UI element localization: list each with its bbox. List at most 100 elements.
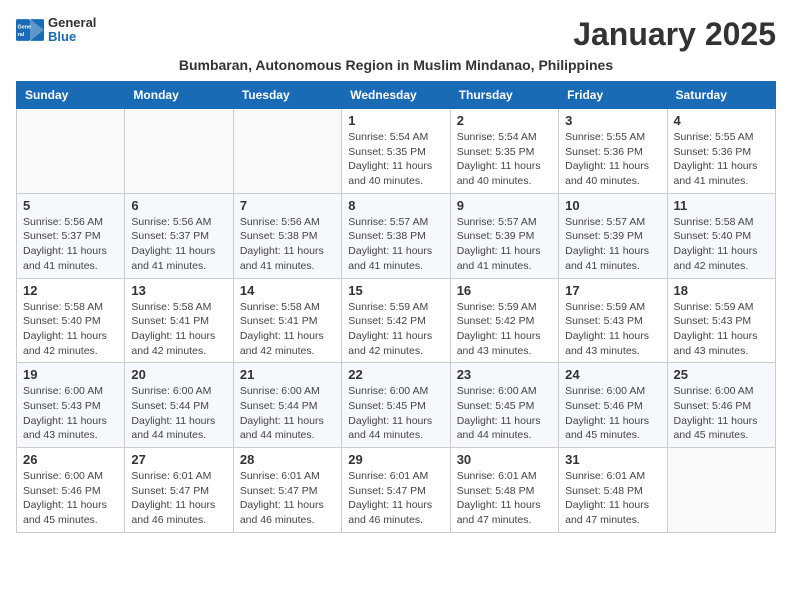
calendar-cell: 7Sunrise: 5:56 AMSunset: 5:38 PMDaylight… [233, 193, 341, 278]
calendar-cell: 16 Sunrise: 5:59 AMSunset: 5:42 PMDayligh… [450, 278, 558, 363]
day-number: 13 [131, 283, 226, 298]
day-info: Sunrise: 5:58 AMSunset: 5:40 PMDaylight:… [674, 215, 769, 274]
calendar-cell: 1Sunrise: 5:54 AMSunset: 5:35 PMDaylight… [342, 109, 450, 194]
day-number: 30 [457, 452, 552, 467]
calendar-header-monday: Monday [125, 82, 233, 109]
day-number: 16 [457, 283, 552, 298]
calendar-week-row: 5 Sunrise: 5:56 AMSunset: 5:37 PMDaylight… [17, 193, 776, 278]
day-info: Sunrise: 5:54 AMSunset: 5:35 PMDaylight:… [348, 130, 443, 189]
logo: Gene ral General Blue [16, 16, 96, 45]
day-info: Sunrise: 5:59 AMSunset: 5:43 PMDaylight:… [674, 300, 769, 359]
calendar-cell: 28Sunrise: 6:01 AMSunset: 5:47 PMDayligh… [233, 448, 341, 533]
day-number: 5 [23, 198, 118, 213]
day-info: Sunrise: 6:00 AMSunset: 5:45 PMDaylight:… [348, 384, 443, 443]
calendar-cell: 2 Sunrise: 5:54 AMSunset: 5:35 PMDaylight… [450, 109, 558, 194]
logo-icon: Gene ral [16, 19, 44, 41]
day-number: 22 [348, 367, 443, 382]
day-number: 25 [674, 367, 769, 382]
day-info: Sunrise: 6:00 AMSunset: 5:46 PMDaylight:… [23, 469, 118, 528]
calendar-cell: 24Sunrise: 6:00 AMSunset: 5:46 PMDayligh… [559, 363, 667, 448]
day-info: Sunrise: 5:59 AMSunset: 5:43 PMDaylight:… [565, 300, 660, 359]
day-info: Sunrise: 6:00 AMSunset: 5:44 PMDaylight:… [240, 384, 335, 443]
calendar-week-row: 19Sunrise: 6:00 AMSunset: 5:43 PMDayligh… [17, 363, 776, 448]
day-number: 2 [457, 113, 552, 128]
calendar-cell: 31Sunrise: 6:01 AMSunset: 5:48 PMDayligh… [559, 448, 667, 533]
page-subtitle: Bumbaran, Autonomous Region in Muslim Mi… [16, 57, 776, 73]
day-number: 23 [457, 367, 552, 382]
calendar-cell: 20 Sunrise: 6:00 AMSunset: 5:44 PMDayligh… [125, 363, 233, 448]
day-info: Sunrise: 5:56 AMSunset: 5:37 PMDaylight:… [23, 215, 118, 274]
svg-text:ral: ral [18, 33, 25, 39]
calendar-cell: 9 Sunrise: 5:57 AMSunset: 5:39 PMDaylight… [450, 193, 558, 278]
day-number: 21 [240, 367, 335, 382]
calendar-cell: 4Sunrise: 5:55 AMSunset: 5:36 PMDaylight… [667, 109, 775, 194]
day-number: 4 [674, 113, 769, 128]
day-info: Sunrise: 6:01 AMSunset: 5:47 PMDaylight:… [240, 469, 335, 528]
calendar-cell: 23Sunrise: 6:00 AMSunset: 5:45 PMDayligh… [450, 363, 558, 448]
calendar-header-sunday: Sunday [17, 82, 125, 109]
day-info: Sunrise: 5:59 AMSunset: 5:42 PMDaylight:… [348, 300, 443, 359]
page-header: Gene ral General Blue January 2025 [16, 16, 776, 53]
day-number: 6 [131, 198, 226, 213]
day-number: 3 [565, 113, 660, 128]
day-info: Sunrise: 5:59 AMSunset: 5:42 PMDaylight:… [457, 300, 552, 359]
day-info: Sunrise: 5:54 AMSunset: 5:35 PMDaylight:… [457, 130, 552, 189]
day-info: Sunrise: 5:57 AMSunset: 5:38 PMDaylight:… [348, 215, 443, 274]
calendar-cell [125, 109, 233, 194]
calendar-cell: 3 Sunrise: 5:55 AMSunset: 5:36 PMDaylight… [559, 109, 667, 194]
day-number: 8 [348, 198, 443, 213]
logo-general: General [48, 16, 96, 30]
calendar-cell: 11 Sunrise: 5:58 AMSunset: 5:40 PMDayligh… [667, 193, 775, 278]
calendar-week-row: 26 Sunrise: 6:00 AMSunset: 5:46 PMDayligh… [17, 448, 776, 533]
calendar-cell: 10 Sunrise: 5:57 AMSunset: 5:39 PMDayligh… [559, 193, 667, 278]
day-info: Sunrise: 5:56 AMSunset: 5:38 PMDaylight:… [240, 215, 335, 274]
day-info: Sunrise: 6:01 AMSunset: 5:48 PMDaylight:… [457, 469, 552, 528]
calendar-cell: 17Sunrise: 5:59 AMSunset: 5:43 PMDayligh… [559, 278, 667, 363]
calendar-header-tuesday: Tuesday [233, 82, 341, 109]
day-info: Sunrise: 6:01 AMSunset: 5:48 PMDaylight:… [565, 469, 660, 528]
calendar-cell [233, 109, 341, 194]
calendar-cell: 19Sunrise: 6:00 AMSunset: 5:43 PMDayligh… [17, 363, 125, 448]
day-number: 20 [131, 367, 226, 382]
calendar-cell [17, 109, 125, 194]
calendar-cell: 30 Sunrise: 6:01 AMSunset: 5:48 PMDayligh… [450, 448, 558, 533]
day-info: Sunrise: 5:57 AMSunset: 5:39 PMDaylight:… [457, 215, 552, 274]
calendar-cell: 18 Sunrise: 5:59 AMSunset: 5:43 PMDayligh… [667, 278, 775, 363]
day-info: Sunrise: 6:00 AMSunset: 5:46 PMDaylight:… [565, 384, 660, 443]
logo-blue: Blue [48, 30, 96, 44]
calendar-cell: 14Sunrise: 5:58 AMSunset: 5:41 PMDayligh… [233, 278, 341, 363]
day-info: Sunrise: 6:01 AMSunset: 5:47 PMDaylight:… [348, 469, 443, 528]
calendar-header-friday: Friday [559, 82, 667, 109]
calendar-cell: 25Sunrise: 6:00 AMSunset: 5:46 PMDayligh… [667, 363, 775, 448]
day-number: 26 [23, 452, 118, 467]
day-info: Sunrise: 5:57 AMSunset: 5:39 PMDaylight:… [565, 215, 660, 274]
day-number: 11 [674, 198, 769, 213]
day-info: Sunrise: 5:55 AMSunset: 5:36 PMDaylight:… [565, 130, 660, 189]
day-number: 19 [23, 367, 118, 382]
calendar-cell: 21 Sunrise: 6:00 AMSunset: 5:44 PMDayligh… [233, 363, 341, 448]
day-info: Sunrise: 6:00 AMSunset: 5:44 PMDaylight:… [131, 384, 226, 443]
calendar-cell: 13Sunrise: 5:58 AMSunset: 5:41 PMDayligh… [125, 278, 233, 363]
calendar-week-row: 1Sunrise: 5:54 AMSunset: 5:35 PMDaylight… [17, 109, 776, 194]
day-number: 9 [457, 198, 552, 213]
calendar-cell: 5 Sunrise: 5:56 AMSunset: 5:37 PMDaylight… [17, 193, 125, 278]
day-number: 10 [565, 198, 660, 213]
logo-text-area: General Blue [48, 16, 96, 45]
calendar-header-row: SundayMondayTuesdayWednesdayThursdayFrid… [17, 82, 776, 109]
day-number: 14 [240, 283, 335, 298]
svg-text:Gene: Gene [18, 25, 32, 31]
calendar-header-thursday: Thursday [450, 82, 558, 109]
calendar-cell: 27Sunrise: 6:01 AMSunset: 5:47 PMDayligh… [125, 448, 233, 533]
day-number: 15 [348, 283, 443, 298]
calendar-cell: 6 Sunrise: 5:56 AMSunset: 5:37 PMDaylight… [125, 193, 233, 278]
calendar-cell: 12Sunrise: 5:58 AMSunset: 5:40 PMDayligh… [17, 278, 125, 363]
day-number: 18 [674, 283, 769, 298]
day-info: Sunrise: 5:56 AMSunset: 5:37 PMDaylight:… [131, 215, 226, 274]
calendar-header-wednesday: Wednesday [342, 82, 450, 109]
day-info: Sunrise: 5:58 AMSunset: 5:40 PMDaylight:… [23, 300, 118, 359]
calendar-cell: 22 Sunrise: 6:00 AMSunset: 5:45 PMDayligh… [342, 363, 450, 448]
calendar-cell: 29Sunrise: 6:01 AMSunset: 5:47 PMDayligh… [342, 448, 450, 533]
calendar-cell: 8 Sunrise: 5:57 AMSunset: 5:38 PMDaylight… [342, 193, 450, 278]
calendar-cell: 26 Sunrise: 6:00 AMSunset: 5:46 PMDayligh… [17, 448, 125, 533]
calendar-week-row: 12Sunrise: 5:58 AMSunset: 5:40 PMDayligh… [17, 278, 776, 363]
